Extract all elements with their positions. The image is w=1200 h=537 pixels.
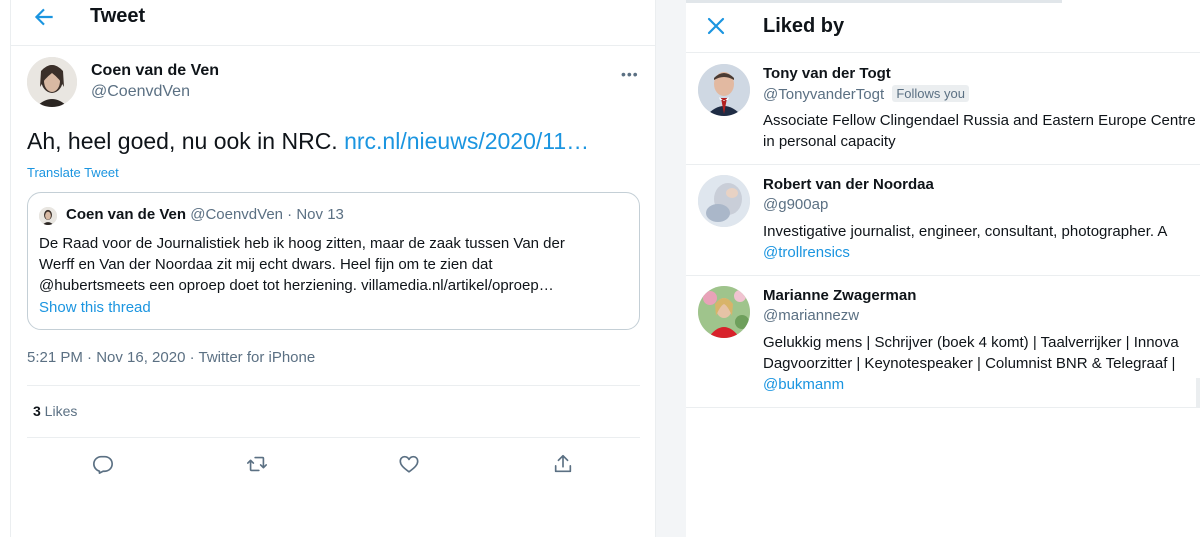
show-thread-link[interactable]: Show this thread bbox=[39, 299, 151, 316]
quoted-avatar bbox=[39, 207, 57, 225]
author-handle[interactable]: @CoenvdVen bbox=[91, 83, 190, 101]
modal-header: Liked by bbox=[686, 0, 1200, 53]
bio-mention[interactable]: @trollrensics bbox=[763, 242, 1200, 263]
modal-title: Liked by bbox=[763, 15, 845, 37]
user-name[interactable]: Robert van der Noordaa bbox=[763, 176, 934, 193]
avatar[interactable] bbox=[698, 64, 750, 116]
avatar[interactable] bbox=[698, 286, 750, 338]
like-icon[interactable] bbox=[398, 453, 420, 475]
tweet-body: Ah, heel goed, nu ook in NRC. bbox=[27, 128, 345, 154]
user-bio: Associate Fellow Clingendael Russia and … bbox=[763, 110, 1200, 152]
user-handle[interactable]: @mariannezw bbox=[763, 307, 859, 324]
follows-you-badge: Follows you bbox=[892, 85, 969, 102]
quoted-line-1: De Raad voor de Journalistiek heb ik hoo… bbox=[39, 235, 565, 252]
author-name[interactable]: Coen van de Ven bbox=[91, 62, 219, 80]
bio-line: in personal capacity bbox=[763, 133, 896, 150]
bio-line: Investigative journalist, engineer, cons… bbox=[763, 223, 1168, 240]
more-icon[interactable]: ••• bbox=[621, 66, 639, 82]
page-title: Tweet bbox=[90, 5, 146, 27]
bio-line: Associate Fellow Clingendael Russia and … bbox=[763, 112, 1196, 129]
back-arrow-icon[interactable] bbox=[31, 4, 57, 30]
quoted-author-name: Coen van de Ven bbox=[66, 206, 187, 223]
user-cell[interactable]: Robert van der Noordaa @g900ap Investiga… bbox=[686, 165, 1200, 276]
tweet-pane: Tweet Coen van de Ven @CoenvdVen ••• Ah,… bbox=[0, 0, 686, 537]
liked-by-modal: Liked by Tony van der Togt @TonyvanderTo… bbox=[686, 0, 1200, 537]
user-cell[interactable]: Marianne Zwagerman @mariannezw Gelukkig … bbox=[686, 276, 1200, 408]
user-cell[interactable]: Tony van der Togt @TonyvanderTogt Follow… bbox=[686, 54, 1200, 165]
divider bbox=[27, 437, 640, 438]
likes-label: Likes bbox=[40, 403, 78, 419]
bio-line: Dagvoorzitter | Keynotespeaker | Columni… bbox=[763, 355, 1176, 372]
user-handle[interactable]: @g900ap bbox=[763, 196, 828, 213]
quoted-line-2: Werff en Van der Noordaa zit mij echt dw… bbox=[39, 256, 493, 273]
quoted-header: Coen van de Ven @CoenvdVen · Nov 13 bbox=[66, 206, 344, 223]
quoted-line-3: @hubertsmeets een oproep doet tot herzie… bbox=[39, 277, 554, 294]
tweet-text: Ah, heel goed, nu ook in NRC. nrc.nl/nie… bbox=[27, 128, 589, 155]
modal-backdrop[interactable] bbox=[656, 0, 686, 537]
tweet-link[interactable]: nrc.nl/nieuws/2020/11… bbox=[344, 128, 589, 154]
tweet-header: Tweet bbox=[11, 0, 657, 46]
avatar[interactable] bbox=[698, 175, 750, 227]
quoted-date: · Nov 13 bbox=[283, 206, 344, 223]
bio-mention[interactable]: @bukmanm bbox=[763, 374, 1200, 395]
quoted-tweet[interactable]: Coen van de Ven @CoenvdVen · Nov 13 De R… bbox=[27, 192, 640, 330]
quoted-author-handle: @CoenvdVen bbox=[190, 206, 284, 223]
quoted-text: De Raad voor de Journalistiek heb ik hoo… bbox=[39, 233, 629, 296]
share-icon[interactable] bbox=[552, 453, 574, 475]
likes-count[interactable]: 3 Likes bbox=[33, 403, 77, 419]
user-name[interactable]: Marianne Zwagerman bbox=[763, 287, 916, 304]
user-name[interactable]: Tony van der Togt bbox=[763, 65, 891, 82]
bio-line: Gelukkig mens | Schrijver (boek 4 komt) … bbox=[763, 334, 1179, 351]
translate-tweet-link[interactable]: Translate Tweet bbox=[27, 165, 119, 180]
divider bbox=[27, 385, 640, 386]
tweet-column: Tweet Coen van de Ven @CoenvdVen ••• Ah,… bbox=[10, 0, 657, 537]
user-bio: Gelukkig mens | Schrijver (boek 4 komt) … bbox=[763, 332, 1200, 395]
reply-icon[interactable] bbox=[92, 453, 114, 475]
user-bio: Investigative journalist, engineer, cons… bbox=[763, 221, 1200, 263]
user-handle-row: @TonyvanderTogt Follows you bbox=[763, 85, 969, 103]
retweet-icon[interactable] bbox=[246, 453, 268, 475]
likes-number: 3 bbox=[33, 403, 41, 419]
scrollbar-thumb[interactable] bbox=[1196, 378, 1200, 408]
tweet-timestamp[interactable]: 5:21 PM · Nov 16, 2020 · Twitter for iPh… bbox=[27, 349, 315, 366]
user-handle[interactable]: @TonyvanderTogt bbox=[763, 86, 884, 103]
close-icon[interactable] bbox=[704, 14, 728, 38]
author-avatar[interactable] bbox=[27, 57, 77, 107]
